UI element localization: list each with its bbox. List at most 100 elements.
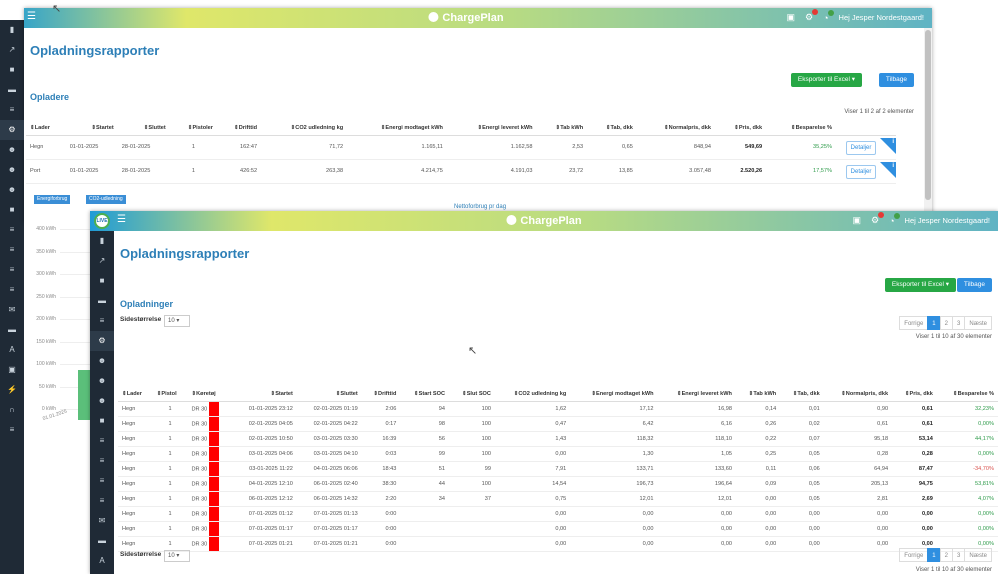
- tab-co2[interactable]: CO2-udledning: [86, 195, 126, 204]
- pager-page-1[interactable]: 1: [927, 316, 941, 330]
- building-icon[interactable]: ▣: [0, 360, 24, 380]
- car-icon[interactable]: ▬: [0, 320, 24, 340]
- column-header[interactable]: ⇕Energi leveret kWh: [446, 121, 537, 136]
- details-button[interactable]: Detaljer: [846, 164, 876, 179]
- column-header[interactable]: ⇕Startet: [232, 387, 297, 402]
- settings-icon[interactable]: ⚙: [90, 331, 114, 351]
- group-icon[interactable]: ☻: [90, 371, 114, 391]
- list-icon[interactable]: ≡: [0, 260, 24, 280]
- table-row[interactable]: Hegn 1 DR 30 02-01-2025 04:05 02-01-2025 04:…: [118, 416, 998, 432]
- hamburger-icon[interactable]: ☰: [27, 11, 36, 22]
- font-icon[interactable]: A: [90, 551, 114, 571]
- report-icon[interactable]: ■: [0, 200, 24, 220]
- table-icon[interactable]: ≡: [90, 311, 114, 331]
- info-corner[interactable]: i: [880, 161, 896, 178]
- table-row[interactable]: Hegn 1 DR 30 07-01-2025 01:21 07-01-2025 01:…: [118, 536, 998, 552]
- mail-icon[interactable]: ✉: [90, 511, 114, 531]
- table-icon[interactable]: ≡: [0, 100, 24, 120]
- column-header[interactable]: ⇕Pris, dkk: [892, 387, 937, 402]
- column-header[interactable]: ⇕CO2 udledning kg: [494, 387, 571, 402]
- list-icon[interactable]: ≡: [0, 220, 24, 240]
- column-header[interactable]: ⇕CO2 udledning kg: [261, 121, 348, 136]
- pager-previous[interactable]: Forrige: [899, 316, 929, 330]
- list-icon[interactable]: ≡: [0, 420, 24, 440]
- table-row[interactable]: Hegn 1 DR 30 07-01-2025 01:12 07-01-2025 01:…: [118, 506, 998, 522]
- chart-icon[interactable]: ↗: [0, 40, 24, 60]
- table-row[interactable]: Hegn 1 DR 30 07-01-2025 01:17 07-01-2025 01:…: [118, 521, 998, 537]
- back-button[interactable]: Tilbage: [878, 73, 914, 87]
- list-icon[interactable]: ■: [0, 60, 24, 80]
- bell-icon[interactable]: ◔: [889, 212, 900, 226]
- column-header[interactable]: ⇕Energi modtaget kWh: [347, 121, 447, 136]
- report-icon[interactable]: ■: [90, 411, 114, 431]
- user-group-icon[interactable]: ☻: [0, 180, 24, 200]
- users-icon[interactable]: ☻: [0, 140, 24, 160]
- scrollbar[interactable]: [924, 28, 932, 222]
- column-header[interactable]: ⇕Start SOC: [400, 387, 450, 402]
- font-icon[interactable]: A: [0, 340, 24, 360]
- scrollbar-thumb[interactable]: [925, 30, 931, 200]
- column-header[interactable]: ⇕Pistol: [152, 387, 188, 402]
- list-icon[interactable]: ≡: [90, 471, 114, 491]
- pager-page-2[interactable]: 2: [939, 548, 953, 562]
- charger-icon[interactable]: ▮: [0, 20, 24, 40]
- column-header[interactable]: ⇕Køretøj: [187, 387, 233, 402]
- column-header[interactable]: ⇕Pris, dkk: [714, 121, 767, 136]
- user-group-icon[interactable]: ☻: [90, 391, 114, 411]
- tab-energy[interactable]: Energiforbrug: [34, 195, 71, 204]
- building-icon[interactable]: ▣: [853, 215, 862, 226]
- column-header[interactable]: ⇕Sluttet: [296, 387, 362, 402]
- settings-icon[interactable]: ⚙: [0, 120, 24, 140]
- column-header[interactable]: ⇕Tab, dkk: [587, 121, 637, 136]
- page-size-select[interactable]: 10 ▾: [164, 315, 190, 327]
- column-header[interactable]: ⇕Normalpris, dkk: [636, 121, 715, 136]
- user-greeting[interactable]: Hej Jesper Nordestgaard!: [839, 13, 924, 22]
- building-icon[interactable]: ▣: [787, 12, 796, 23]
- column-header[interactable]: ⇕Normalpris, dkk: [823, 387, 893, 402]
- column-header[interactable]: ⇕Startet: [65, 121, 118, 136]
- column-header[interactable]: ⇕Drifttid: [361, 387, 401, 402]
- table-row[interactable]: Hegn 1 DR 30 03-01-2025 11:22 04-01-2025 06:…: [118, 461, 998, 477]
- column-header[interactable]: ⇕Energi leveret kWh: [657, 387, 736, 402]
- column-header[interactable]: ⇕Tab kWh: [536, 121, 588, 136]
- table-row[interactable]: Hegn 1 DR 30 04-01-2025 12:10 06-01-2025 02:…: [118, 476, 998, 492]
- car-icon[interactable]: ▬: [0, 80, 24, 100]
- table-row[interactable]: Hegn 1 DR 30 06-01-2025 12:12 06-01-2025 14:…: [118, 491, 998, 507]
- table-row[interactable]: Hegn 1 DR 30 01-01-2025 23:12 02-01-2025 01:…: [118, 401, 998, 417]
- users-icon[interactable]: ☻: [90, 351, 114, 371]
- info-corner[interactable]: i: [880, 137, 896, 154]
- car-icon[interactable]: ▬: [90, 531, 114, 551]
- pager-next[interactable]: Næste: [964, 316, 992, 330]
- list-icon[interactable]: ■: [90, 271, 114, 291]
- plug-icon[interactable]: ⚡: [0, 380, 24, 400]
- details-button[interactable]: Detaljer: [846, 140, 876, 155]
- export-excel-button[interactable]: Eksporter til Excel ▾: [790, 73, 862, 87]
- back-button[interactable]: Tilbage: [956, 278, 992, 292]
- column-header[interactable]: ⇕Energi modtaget kWh: [570, 387, 658, 402]
- user-greeting[interactable]: Hej Jesper Nordestgaard!: [905, 216, 990, 225]
- pager-page-1[interactable]: 1: [927, 548, 941, 562]
- list-icon[interactable]: ≡: [90, 491, 114, 511]
- column-header[interactable]: ⇕Tab kWh: [735, 387, 781, 402]
- headset-icon[interactable]: ∩: [0, 400, 24, 420]
- group-icon[interactable]: ☻: [0, 160, 24, 180]
- column-header[interactable]: ⇕Besparelse %: [766, 121, 836, 136]
- column-header[interactable]: ⇕Pistoler: [169, 121, 217, 136]
- pager-page-3[interactable]: 3: [951, 548, 966, 562]
- car-icon[interactable]: ▬: [90, 291, 114, 311]
- column-header[interactable]: ⇕Sluttet: [117, 121, 170, 136]
- list-icon[interactable]: ≡: [0, 240, 24, 260]
- page-size-select[interactable]: 10 ▾: [164, 550, 190, 562]
- list-icon[interactable]: ≡: [0, 280, 24, 300]
- mail-icon[interactable]: ✉: [0, 300, 24, 320]
- gear-icon[interactable]: ⚙: [871, 212, 885, 226]
- pager-page-3[interactable]: 3: [951, 316, 966, 330]
- pager-next[interactable]: Næste: [964, 548, 992, 562]
- gear-icon[interactable]: ⚙: [805, 9, 819, 23]
- column-header[interactable]: ⇕Besparelse %: [936, 387, 998, 402]
- list-icon[interactable]: ≡: [90, 451, 114, 471]
- pager-page-2[interactable]: 2: [939, 316, 953, 330]
- column-header[interactable]: ⇕Tab, dkk: [780, 387, 824, 402]
- list-icon[interactable]: ≡: [90, 431, 114, 451]
- bell-icon[interactable]: ◔: [823, 9, 834, 23]
